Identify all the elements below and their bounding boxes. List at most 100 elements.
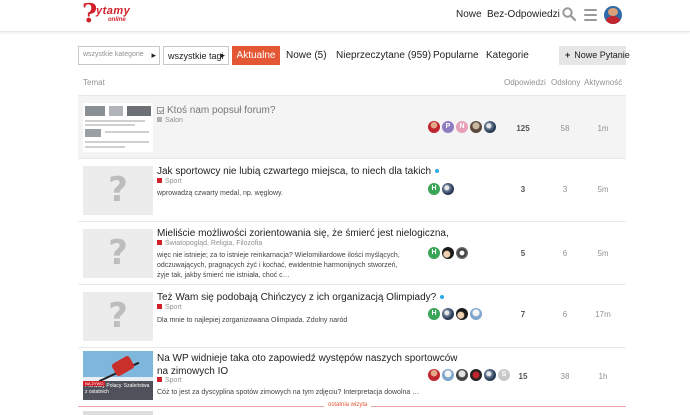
- poster-avatar[interactable]: N: [456, 121, 468, 133]
- poster-avatar[interactable]: [428, 369, 440, 381]
- topic-thumbnail[interactable]: ?: [83, 166, 153, 215]
- topic-activity[interactable]: 5m: [588, 185, 618, 194]
- topic-table-header: Temat Odpowiedzi Odsłony Aktywność: [78, 78, 626, 94]
- poster-avatar[interactable]: [470, 369, 482, 381]
- poster-avatar[interactable]: [428, 121, 440, 133]
- table-row[interactable]: Pierwszy Polacy. Szaleństwa z ostatnich …: [78, 348, 626, 406]
- topic-title-text: Jak sportowcy nie lubią czwartego miejsc…: [157, 166, 432, 177]
- topic-views: 3: [562, 185, 568, 194]
- topic-views: 58: [560, 124, 570, 133]
- topic-list-toolbar: wszystkie kategorie wszystkie tagi Aktua…: [78, 46, 630, 66]
- tab-new[interactable]: Nowe (5): [286, 46, 327, 65]
- poster-avatar[interactable]: [442, 369, 454, 381]
- topic-thumbnail[interactable]: ?: [83, 292, 153, 341]
- topic-category[interactable]: Sport: [157, 377, 182, 384]
- topic-activity[interactable]: 1h: [588, 372, 618, 381]
- pinned-checkbox-icon: [157, 107, 164, 114]
- column-header-replies[interactable]: Odpowiedzi: [504, 78, 546, 87]
- tag-dropdown[interactable]: wszystkie tagi: [163, 46, 229, 65]
- hamburger-menu-icon[interactable]: [584, 9, 597, 21]
- poster-avatar[interactable]: H: [428, 247, 440, 259]
- user-avatar[interactable]: [604, 6, 622, 24]
- tab-categories[interactable]: Kategorie: [486, 46, 529, 65]
- category-label: Sport: [165, 304, 182, 311]
- header-link-new[interactable]: Nowe: [456, 9, 482, 20]
- poster-avatar[interactable]: [456, 369, 468, 381]
- topic-replies[interactable]: 3: [508, 185, 538, 194]
- unread-dot-icon: [435, 169, 440, 174]
- logo-question-mark-icon: ?: [82, 0, 98, 29]
- last-visit-label: ostatnia wizyta: [324, 402, 372, 408]
- topic-excerpt: Cóż to jest za dyscyplina spotów zimowyc…: [157, 389, 420, 396]
- tab-top[interactable]: Popularne: [433, 46, 479, 65]
- topic-title[interactable]: Ktoś nam popsuł forum?: [157, 104, 275, 117]
- category-label: Światopogląd, Religia, Filozofia: [165, 240, 263, 247]
- topic-replies[interactable]: 125: [508, 124, 538, 133]
- topic-category[interactable]: Światopogląd, Religia, Filozofia: [157, 240, 262, 247]
- tab-unread[interactable]: Nieprzeczytane (959): [336, 46, 431, 65]
- topic-views: 6: [562, 249, 568, 258]
- category-color-square: [157, 178, 162, 183]
- table-row[interactable]: Ktoś nam popsuł forum? Salon P N 125 58 …: [78, 96, 626, 158]
- header-link-unanswered[interactable]: Bez-Odpowiedzi: [487, 9, 560, 20]
- topic-category[interactable]: Sport: [157, 178, 182, 185]
- poster-avatar[interactable]: [456, 308, 468, 320]
- topic-excerpt: więc nie istnieje; za to istnieje reinka…: [157, 252, 400, 279]
- topic-category[interactable]: Sport: [157, 304, 182, 311]
- topic-title-text: Ktoś nam popsuł forum?: [167, 105, 276, 116]
- topic-replies[interactable]: 7: [508, 310, 538, 319]
- table-row[interactable]: ? Mieliście możliwości zorientowania się…: [78, 222, 626, 284]
- topic-excerpt: Dla mnie to najlepiej zorganizowana Olim…: [157, 317, 348, 324]
- table-row[interactable]: ? Też Wam się podobają Chińczycy z ich o…: [78, 285, 626, 347]
- poster-avatar[interactable]: [456, 247, 468, 259]
- category-color-square: [157, 117, 162, 122]
- topic-activity[interactable]: 17m: [588, 310, 618, 319]
- topic-thumbnail[interactable]: ?: [83, 229, 153, 278]
- poster-avatar[interactable]: [442, 247, 454, 259]
- tab-latest[interactable]: Aktualne: [232, 46, 280, 65]
- search-icon[interactable]: [562, 7, 576, 21]
- topic-replies[interactable]: 15: [508, 372, 538, 381]
- topic-excerpt: wprowadzą czwarty medal, np. węglowy.: [157, 190, 283, 197]
- last-visit-divider: ostatnia wizyta: [78, 402, 626, 408]
- topic-thumbnail[interactable]: [83, 103, 153, 152]
- category-color-square: [157, 304, 162, 309]
- poster-avatar[interactable]: H: [428, 308, 440, 320]
- site-logo[interactable]: ? ytamy online: [82, 0, 134, 29]
- category-label: Sport: [165, 178, 182, 185]
- topic-replies[interactable]: 5: [508, 249, 538, 258]
- topic-title[interactable]: Też Wam się podobają Chińczycy z ich org…: [157, 291, 445, 304]
- poster-avatar[interactable]: [442, 308, 454, 320]
- poster-avatar[interactable]: [484, 121, 496, 133]
- topic-category[interactable]: Salon: [157, 117, 183, 124]
- category-dropdown[interactable]: wszystkie kategorie: [78, 46, 160, 65]
- placeholder-question-icon: ?: [108, 170, 128, 210]
- logo-subtext: online: [108, 17, 126, 23]
- topic-title-text: Na WP widnieje taka oto zapowiedź występ…: [157, 353, 458, 364]
- category-label: Sport: [165, 377, 182, 384]
- poster-avatar[interactable]: [470, 308, 482, 320]
- next-row-stub: [83, 411, 153, 415]
- unread-dot-icon: [440, 295, 445, 300]
- topic-views: 38: [560, 372, 570, 381]
- new-topic-button[interactable]: + Nowe Pytanie: [559, 46, 630, 65]
- category-color-square: [157, 240, 162, 245]
- column-header-activity[interactable]: Aktywność: [584, 78, 622, 87]
- table-row[interactable]: ? Jak sportowcy nie lubią czwartego miej…: [78, 159, 626, 221]
- topic-title[interactable]: Na WP widnieje taka oto zapowiedź występ…: [157, 352, 458, 378]
- topic-views: 6: [562, 310, 568, 319]
- poster-avatar[interactable]: [470, 121, 482, 133]
- topic-activity[interactable]: 5m: [588, 249, 618, 258]
- topic-activity[interactable]: 1m: [588, 124, 618, 133]
- poster-avatar[interactable]: [442, 183, 454, 195]
- topic-title[interactable]: Mieliście możliwości zorientowania się, …: [157, 227, 449, 240]
- topic-thumbnail[interactable]: Pierwszy Polacy. Szaleństwa z ostatnich …: [83, 351, 153, 400]
- poster-avatar[interactable]: H: [428, 183, 440, 195]
- column-header-topic[interactable]: Temat: [83, 78, 105, 87]
- poster-avatar[interactable]: [484, 369, 496, 381]
- plus-icon: +: [565, 50, 571, 60]
- topic-title[interactable]: Jak sportowcy nie lubią czwartego miejsc…: [157, 165, 440, 178]
- poster-avatar[interactable]: P: [442, 121, 454, 133]
- column-header-views[interactable]: Odsłony: [551, 78, 580, 87]
- category-color-square: [157, 377, 162, 382]
